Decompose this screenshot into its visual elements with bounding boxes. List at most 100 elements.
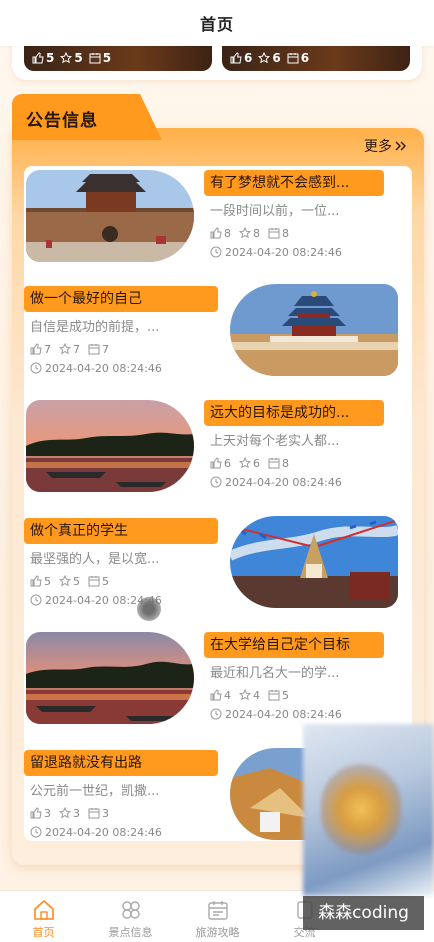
notice-title: 做一个最好的自己 [24,286,218,312]
star-count: 5 [74,51,83,65]
like-stat: 5 [32,51,54,65]
star-count: 6 [253,456,260,470]
view-stat: 6 [287,51,309,65]
thumb-up-icon [210,457,222,469]
notice-time: 2024-04-20 08:24:46 [24,592,218,608]
touch-indicator [137,597,161,621]
notice-title: 留退路就没有出路 [24,750,218,776]
notice-desc: 公元前一世纪，凯撒... [30,784,160,799]
section-title: 公告信息 [26,111,98,131]
view-count: 8 [282,456,289,470]
notice-info: 远大的目标是成功的... 上天对每个老实人都... 6 6 8 2024-04-… [204,400,384,490]
calendar-icon [88,576,100,587]
notice-title: 做个真正的学生 [24,518,218,544]
clock-icon [210,246,222,258]
thumb-up-icon [230,52,242,64]
time-text: 2024-04-20 08:24:46 [45,825,162,839]
like-count: 5 [46,51,55,65]
nav-home[interactable]: 首页 [0,891,87,942]
notice-stats: 4 4 5 [204,687,384,703]
notice-desc: 最坚强的人，是以宽... [30,552,160,567]
notice-image [26,170,194,262]
star-icon [239,689,251,701]
like-count: 5 [44,574,51,588]
thumb-up-icon [210,227,222,239]
star-count: 5 [73,574,80,588]
clock-icon [30,594,42,606]
notice-time: 2024-04-20 08:24:46 [204,706,384,722]
nav-guides[interactable]: 旅游攻略 [174,891,261,942]
like-stat: 6 [230,51,252,65]
clock-icon [30,826,42,838]
list-item[interactable]: 有了梦想就不会感到... 一段时间以前，一位... 8 8 8 2024-04-… [24,170,412,280]
thumb-up-icon [30,807,42,819]
list-item[interactable]: 远大的目标是成功的... 上天对每个老实人都... 6 6 8 2024-04-… [24,400,412,510]
calendar-icon [268,690,280,701]
app-screen: 首页 5 5 5 6 6 6 更多 有了梦想就不会感到... 一段时间以前，一位… [0,0,434,942]
more-label: 更多 [364,139,392,155]
star-icon [60,52,73,64]
star-icon [239,227,251,239]
notice-info: 有了梦想就不会感到... 一段时间以前，一位... 8 8 8 2024-04-… [204,170,384,260]
notice-time: 2024-04-20 08:24:46 [204,474,384,490]
view-count: 3 [102,806,109,820]
clock-icon [210,708,222,720]
thumb-up-icon [30,575,42,587]
view-count: 5 [102,51,112,65]
notice-image [26,400,194,492]
notice-info: 做一个最好的自己 自信是成功的前提，... 7 7 7 2024-04-20 0… [24,286,218,376]
notice-desc: 一段时间以前，一位... [210,204,340,219]
star-icon [59,575,71,587]
clover-icon [121,901,140,919]
double-chevron-right-icon [395,141,406,151]
notice-desc: 最近和几名大一的学... [210,666,340,681]
watermark: 森森coding [303,896,424,930]
like-count: 7 [44,342,51,356]
nav-label: 景点信息 [108,926,153,939]
calendar-icon [287,53,299,64]
star-stat: 5 [60,51,83,65]
like-count: 3 [44,806,51,820]
nav-attractions[interactable]: 景点信息 [87,891,174,942]
time-text: 2024-04-20 08:24:46 [225,707,342,721]
notice-time: 2024-04-20 08:24:46 [24,824,218,840]
star-stat: 6 [258,51,281,65]
blurred-overlay [303,724,434,896]
calendar-icon [88,808,100,819]
notice-image [26,632,194,724]
like-count: 6 [224,456,231,470]
notice-desc: 上天对每个老实人都... [210,434,340,449]
calendar-icon [268,228,280,239]
more-link[interactable]: 更多 [364,136,408,156]
page-title: 首页 [199,15,234,34]
notice-time: 2024-04-20 08:24:46 [204,244,384,260]
star-count: 6 [272,51,281,65]
notice-title: 在大学给自己定个目标 [204,632,384,658]
star-icon [258,52,271,64]
top-bar: 首页 [0,0,434,46]
list-item[interactable]: 做个真正的学生 最坚强的人，是以宽... 5 5 5 2024-04-20 08… [24,516,412,626]
time-text: 2024-04-20 08:24:46 [225,475,342,489]
calendar-icon [207,901,228,920]
notice-stats: 5 5 5 [24,573,218,589]
home-icon [33,899,54,920]
clock-icon [30,362,42,374]
calendar-icon [268,458,280,469]
calendar-icon [88,344,100,355]
like-count: 4 [224,688,231,702]
thumb-up-icon [30,343,42,355]
thumb-up-icon [32,52,44,64]
list-item[interactable]: 做一个最好的自己 自信是成功的前提，... 7 7 7 2024-04-20 0… [24,284,412,394]
time-text: 2024-04-20 08:24:46 [225,245,342,259]
notice-image [230,284,398,376]
clock-icon [210,476,222,488]
calendar-icon [89,53,101,64]
star-count: 8 [253,226,260,240]
view-count: 7 [102,342,109,356]
notice-stats: 3 3 3 [24,805,218,821]
star-icon [59,343,71,355]
view-count: 8 [282,226,289,240]
notice-desc: 自信是成功的前提，... [30,320,160,335]
star-icon [239,457,251,469]
star-icon [59,807,71,819]
